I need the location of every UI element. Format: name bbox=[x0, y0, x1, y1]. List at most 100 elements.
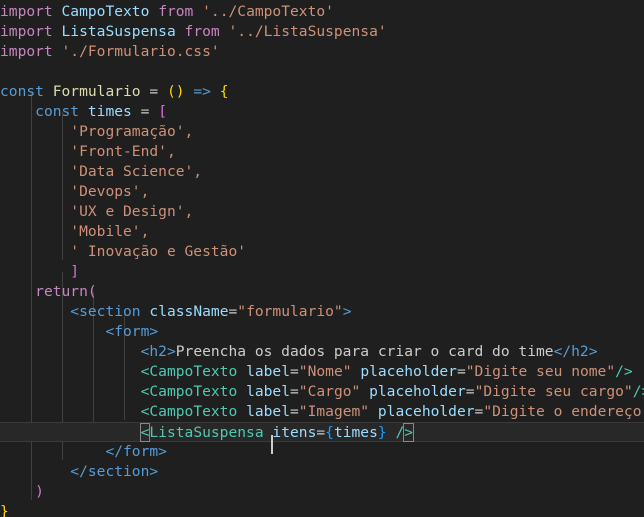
code-line[interactable]: 'Programação', bbox=[0, 122, 644, 142]
token-string: '../CampoTexto' bbox=[202, 3, 334, 20]
token-attribute: placeholder bbox=[360, 363, 457, 380]
token-equals: = bbox=[290, 363, 299, 380]
token-equals: = bbox=[465, 383, 475, 400]
token-from: from bbox=[184, 23, 220, 40]
token-attribute: placeholder bbox=[377, 403, 475, 420]
code-line[interactable]: </form> bbox=[0, 442, 644, 462]
code-content[interactable]: import CampoTexto from '../CampoTexto' i… bbox=[0, 2, 644, 517]
code-line[interactable]: 'UX e Design', bbox=[0, 202, 644, 222]
token-bracket: ] bbox=[70, 263, 80, 280]
code-line[interactable]: return( bbox=[0, 282, 644, 302]
token-array-item: 'Front-End', bbox=[70, 143, 176, 160]
token-paren-close: ) bbox=[35, 483, 44, 500]
code-line[interactable]: 'Mobile', bbox=[0, 222, 644, 242]
code-line[interactable]: 'Data Science', bbox=[0, 162, 644, 182]
code-line[interactable]: <section className="formulario"> bbox=[0, 302, 644, 322]
token-identifier: ListaSuspensa bbox=[61, 23, 176, 40]
token-self-close: /> bbox=[615, 363, 633, 380]
token-array-item: ' Inovação e Gestão' bbox=[70, 243, 247, 260]
token-angle-close: > bbox=[342, 303, 352, 320]
token-brace-close: } bbox=[0, 503, 9, 517]
token-tag-name: section bbox=[79, 303, 141, 320]
code-line[interactable]: ' Inovação e Gestão' bbox=[0, 242, 644, 262]
code-line[interactable]: import ListaSuspensa from '../ListaSuspe… bbox=[0, 22, 644, 42]
token-brace-close: } bbox=[377, 424, 387, 441]
code-line[interactable]: ) bbox=[0, 482, 644, 502]
token-equals: = bbox=[456, 363, 466, 380]
code-line[interactable]: 'Front-End', bbox=[0, 142, 644, 162]
code-line[interactable]: <CampoTexto label="Cargo" placeholder="D… bbox=[0, 382, 644, 402]
token-attribute: label bbox=[246, 383, 290, 400]
code-line[interactable]: } bbox=[0, 502, 644, 517]
token-array-item: 'Programação', bbox=[70, 123, 194, 140]
code-line[interactable]: import CampoTexto from '../CampoTexto' bbox=[0, 2, 644, 22]
token-attribute: itens bbox=[272, 424, 317, 441]
token-tag-close: </h2> bbox=[553, 343, 598, 360]
token-equals: = bbox=[290, 383, 299, 400]
token-arrow: => bbox=[193, 83, 211, 100]
code-line[interactable]: const times = [ bbox=[0, 102, 644, 122]
code-line[interactable]: ] bbox=[0, 262, 644, 282]
code-line[interactable]: <h2>Preencha os dados para criar o card … bbox=[0, 342, 644, 362]
token-attribute: label bbox=[246, 403, 290, 420]
token-from: from bbox=[158, 3, 194, 20]
code-line-empty[interactable] bbox=[0, 62, 644, 82]
token-attr-value: "Nome" bbox=[298, 363, 352, 380]
token-tag-close: </form> bbox=[105, 443, 167, 460]
code-line[interactable]: <CampoTexto label="Nome" placeholder="Di… bbox=[0, 362, 644, 382]
code-line[interactable]: </section> bbox=[0, 462, 644, 482]
code-line-current[interactable]: <ListaSuspensa itens={times} /> bbox=[0, 422, 644, 454]
code-line[interactable]: const Formulario = () => { bbox=[0, 82, 644, 102]
code-line[interactable]: <form> bbox=[0, 322, 644, 342]
token-attribute: className bbox=[149, 303, 229, 320]
token-keyword: import bbox=[0, 3, 53, 20]
token-keyword: import bbox=[0, 23, 53, 40]
token-attr-value: "Digite seu cargo" bbox=[474, 383, 633, 400]
token-identifier: times bbox=[87, 103, 132, 120]
token-attr-value-truncated: "Digite o endereço da sua ima bbox=[483, 403, 642, 420]
code-editor[interactable]: import CampoTexto from '../CampoTexto' i… bbox=[0, 0, 644, 517]
token-component-name: CampoTexto bbox=[149, 403, 238, 420]
token-angle-close-matched: > bbox=[403, 423, 415, 442]
token-self-close: /> bbox=[632, 383, 644, 400]
token-array-item: 'Data Science', bbox=[70, 163, 203, 180]
token-equals: = bbox=[149, 83, 159, 100]
token-slash: / bbox=[395, 424, 405, 441]
code-line[interactable]: import './Formulario.css' bbox=[0, 42, 644, 62]
token-attr-value: "formulario" bbox=[237, 303, 343, 320]
token-string: './Formulario.css' bbox=[61, 43, 220, 60]
code-line[interactable]: <CampoTexto label="Imagem" placeholder="… bbox=[0, 402, 644, 422]
token-attr-value: "Imagem" bbox=[298, 403, 370, 420]
token-attribute: label bbox=[246, 363, 290, 380]
token-identifier: CampoTexto bbox=[61, 3, 150, 20]
code-line[interactable]: 'Devops', bbox=[0, 182, 644, 202]
token-tag: <form> bbox=[105, 323, 159, 340]
token-array-item: 'UX e Design', bbox=[70, 203, 194, 220]
token-jsx-text: Preencha os dados para criar o card do t… bbox=[175, 343, 554, 360]
